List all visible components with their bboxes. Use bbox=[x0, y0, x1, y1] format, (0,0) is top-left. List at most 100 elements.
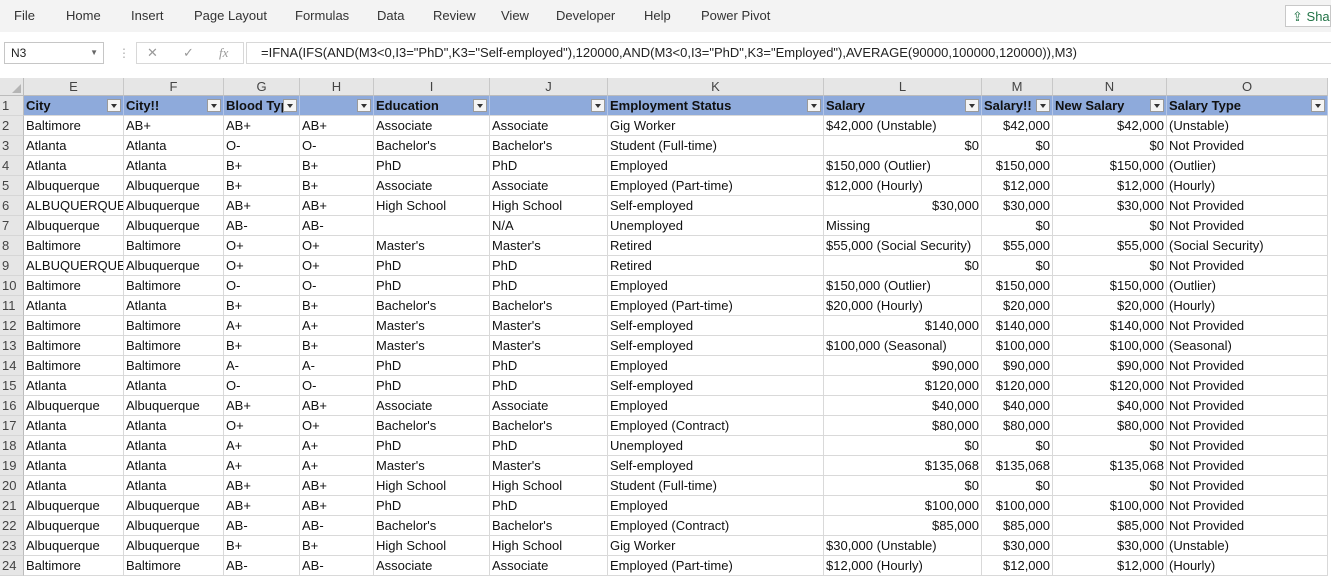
column-header-m[interactable]: M bbox=[982, 78, 1053, 96]
cell[interactable]: $0 bbox=[1053, 436, 1167, 456]
cell[interactable]: B+ bbox=[300, 296, 374, 316]
cell[interactable]: Master's bbox=[374, 316, 490, 336]
cell[interactable]: Not Provided bbox=[1167, 376, 1328, 396]
cell[interactable]: Unemployed bbox=[608, 436, 824, 456]
cell[interactable]: O- bbox=[300, 376, 374, 396]
cell[interactable]: B+ bbox=[300, 176, 374, 196]
cell[interactable]: $0 bbox=[1053, 476, 1167, 496]
filter-dropdown-icon[interactable] bbox=[1036, 99, 1050, 112]
row-header[interactable]: 21 bbox=[0, 496, 24, 516]
row-header[interactable]: 9 bbox=[0, 256, 24, 276]
cell[interactable]: O+ bbox=[300, 236, 374, 256]
row-header[interactable]: 16 bbox=[0, 396, 24, 416]
cell[interactable]: O- bbox=[224, 136, 300, 156]
cell[interactable]: $120,000 bbox=[1053, 376, 1167, 396]
cell[interactable]: PhD bbox=[374, 436, 490, 456]
header-cell[interactable]: Salary bbox=[824, 96, 982, 116]
column-header-j[interactable]: J bbox=[490, 78, 608, 96]
cell[interactable]: Employed bbox=[608, 156, 824, 176]
cell[interactable]: $42,000 bbox=[1053, 116, 1167, 136]
filter-dropdown-icon[interactable] bbox=[207, 99, 221, 112]
cell[interactable]: (Seasonal) bbox=[1167, 336, 1328, 356]
cell[interactable]: Atlanta bbox=[24, 136, 124, 156]
cell[interactable]: Student (Full-time) bbox=[608, 136, 824, 156]
cell[interactable]: $0 bbox=[982, 136, 1053, 156]
cell[interactable]: O- bbox=[300, 136, 374, 156]
cell[interactable]: O- bbox=[224, 276, 300, 296]
cell[interactable]: Not Provided bbox=[1167, 216, 1328, 236]
cell[interactable]: Student (Full-time) bbox=[608, 476, 824, 496]
cell[interactable]: Not Provided bbox=[1167, 356, 1328, 376]
cell[interactable]: AB- bbox=[300, 516, 374, 536]
cell[interactable]: Atlanta bbox=[124, 476, 224, 496]
cell[interactable]: $12,000 bbox=[982, 176, 1053, 196]
row-header[interactable]: 23 bbox=[0, 536, 24, 556]
cell[interactable]: $150,000 (Outlier) bbox=[824, 156, 982, 176]
row-header[interactable]: 17 bbox=[0, 416, 24, 436]
row-header[interactable]: 14 bbox=[0, 356, 24, 376]
cell[interactable]: Gig Worker bbox=[608, 536, 824, 556]
filter-dropdown-icon[interactable] bbox=[473, 99, 487, 112]
cell[interactable]: $40,000 bbox=[1053, 396, 1167, 416]
cell[interactable]: Albuquerque bbox=[124, 496, 224, 516]
tab-power-pivot[interactable]: Power Pivot bbox=[701, 8, 770, 23]
cell[interactable]: $150,000 bbox=[1053, 156, 1167, 176]
cell[interactable]: AB+ bbox=[224, 476, 300, 496]
tab-insert[interactable]: Insert bbox=[131, 8, 164, 23]
cell[interactable]: Albuquerque bbox=[124, 196, 224, 216]
cell[interactable]: Self-employed bbox=[608, 316, 824, 336]
cell[interactable]: Associate bbox=[490, 396, 608, 416]
cell[interactable]: $135,068 bbox=[982, 456, 1053, 476]
cell[interactable]: Gig Worker bbox=[608, 116, 824, 136]
cell[interactable]: AB+ bbox=[224, 496, 300, 516]
cell[interactable]: (Hourly) bbox=[1167, 296, 1328, 316]
cell[interactable]: Master's bbox=[374, 236, 490, 256]
filter-dropdown-icon[interactable] bbox=[283, 99, 297, 112]
cell[interactable]: $150,000 bbox=[1053, 276, 1167, 296]
column-header-k[interactable]: K bbox=[608, 78, 824, 96]
cell[interactable]: Albuquerque bbox=[124, 536, 224, 556]
row-header[interactable]: 12 bbox=[0, 316, 24, 336]
cell[interactable]: Bachelor's bbox=[374, 296, 490, 316]
cell[interactable]: Bachelor's bbox=[490, 136, 608, 156]
cell[interactable]: Self-employed bbox=[608, 196, 824, 216]
cell[interactable]: Baltimore bbox=[24, 276, 124, 296]
cell[interactable]: Baltimore bbox=[24, 236, 124, 256]
cell[interactable]: $140,000 bbox=[1053, 316, 1167, 336]
cell[interactable]: $30,000 bbox=[824, 196, 982, 216]
cell[interactable]: Atlanta bbox=[24, 416, 124, 436]
cell[interactable]: (Outlier) bbox=[1167, 276, 1328, 296]
cell[interactable]: Retired bbox=[608, 256, 824, 276]
cell[interactable]: $90,000 bbox=[1053, 356, 1167, 376]
cell[interactable]: Unemployed bbox=[608, 216, 824, 236]
cell[interactable]: Master's bbox=[490, 236, 608, 256]
cell[interactable]: $30,000 (Unstable) bbox=[824, 536, 982, 556]
cell[interactable]: $20,000 (Hourly) bbox=[824, 296, 982, 316]
filter-dropdown-icon[interactable] bbox=[591, 99, 605, 112]
cell[interactable]: Not Provided bbox=[1167, 396, 1328, 416]
cell[interactable]: O- bbox=[300, 276, 374, 296]
cell[interactable]: $55,000 bbox=[1053, 236, 1167, 256]
filter-dropdown-icon[interactable] bbox=[1150, 99, 1164, 112]
cell[interactable]: Associate bbox=[374, 556, 490, 576]
cell[interactable]: $100,000 bbox=[1053, 336, 1167, 356]
cell[interactable]: PhD bbox=[374, 256, 490, 276]
cell[interactable]: $0 bbox=[982, 476, 1053, 496]
cell[interactable]: ALBUQUERQUE bbox=[24, 196, 124, 216]
row-header[interactable]: 22 bbox=[0, 516, 24, 536]
cell[interactable]: $30,000 bbox=[1053, 536, 1167, 556]
cell[interactable]: (Unstable) bbox=[1167, 536, 1328, 556]
cell[interactable]: Atlanta bbox=[24, 456, 124, 476]
cell[interactable]: High School bbox=[490, 476, 608, 496]
cell[interactable]: B+ bbox=[224, 336, 300, 356]
cell[interactable]: $140,000 bbox=[982, 316, 1053, 336]
cell[interactable]: N/A bbox=[490, 216, 608, 236]
cell[interactable]: PhD bbox=[490, 256, 608, 276]
cell[interactable]: $0 bbox=[982, 256, 1053, 276]
column-header-l[interactable]: L bbox=[824, 78, 982, 96]
formula-input[interactable]: =IFNA(IFS(AND(M3<0,I3="PhD",K3="Self-emp… bbox=[246, 42, 1331, 64]
cell[interactable]: A+ bbox=[300, 456, 374, 476]
cell[interactable]: Not Provided bbox=[1167, 416, 1328, 436]
header-cell[interactable]: Employment Status bbox=[608, 96, 824, 116]
share-button[interactable]: ⇪ Sha bbox=[1285, 5, 1331, 27]
